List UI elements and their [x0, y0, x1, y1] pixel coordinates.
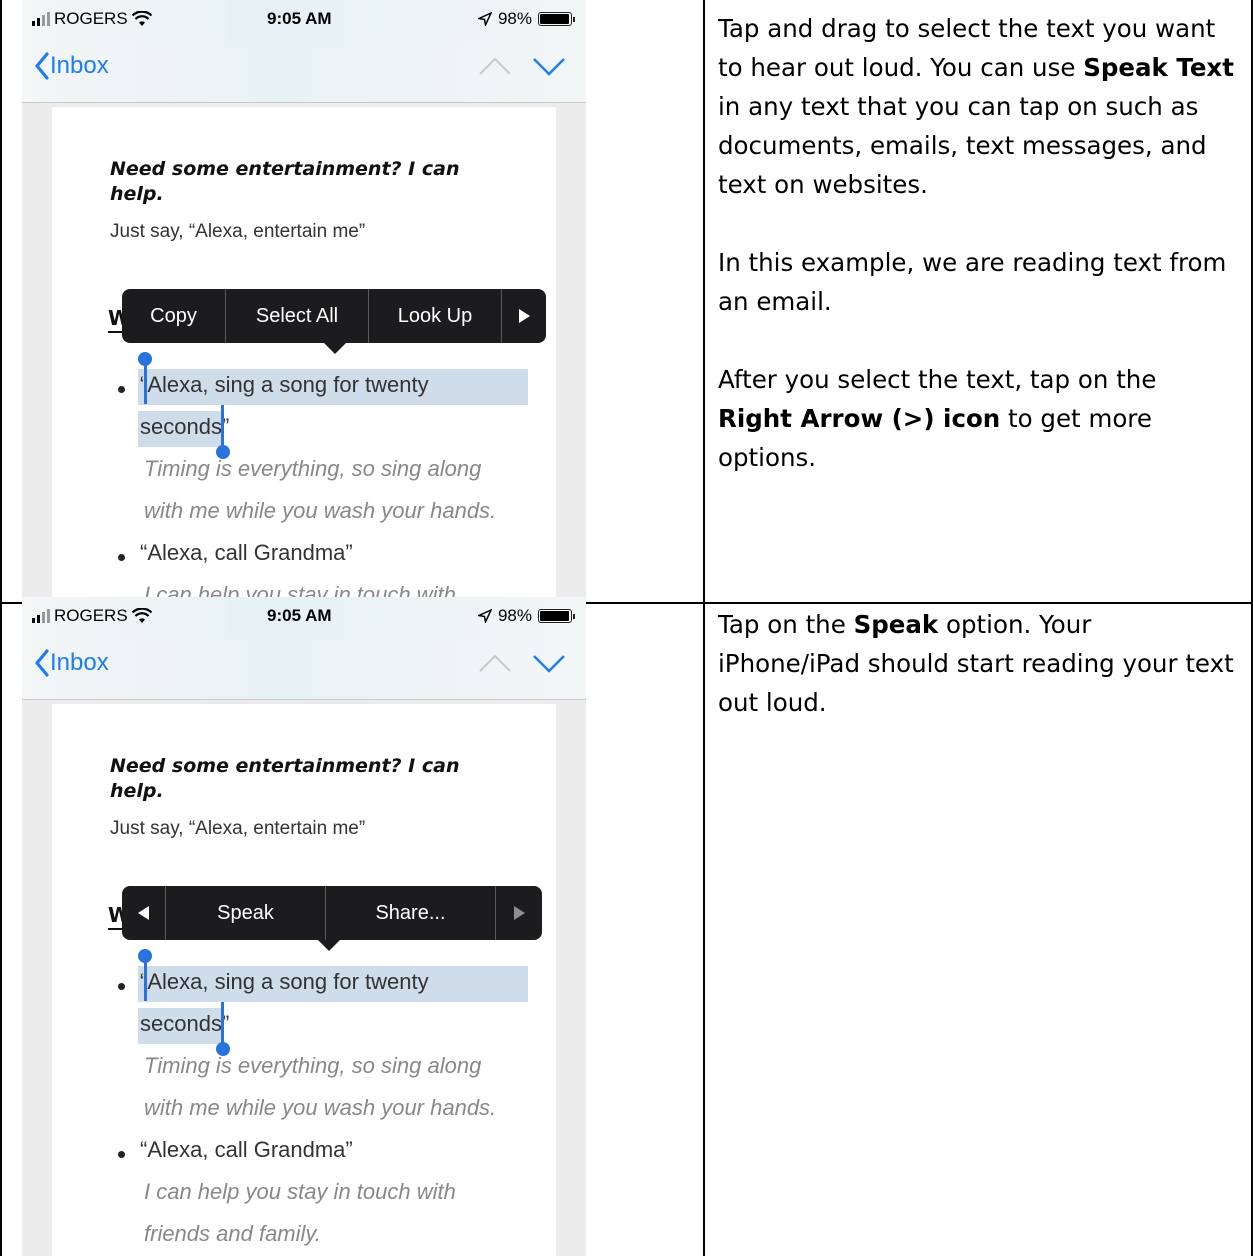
status-bar: ROGERS 9:05 AM 98%	[22, 597, 586, 639]
email-italic-text: I can help you stay in touch with	[144, 1179, 456, 1204]
back-label: Inbox	[50, 649, 109, 676]
wifi-icon	[131, 11, 152, 26]
right-triangle-icon	[514, 906, 525, 920]
selection-start-handle[interactable]	[144, 362, 147, 404]
carrier: ROGERS	[32, 9, 152, 29]
carrier: ROGERS	[32, 606, 152, 626]
instructions-row-2: Tap on the Speak option. Your iPhone/iPa…	[718, 605, 1238, 761]
mail-nav-bar: Inbox	[22, 639, 586, 700]
signal-icon	[32, 12, 50, 26]
table-border-middle	[703, 0, 705, 1256]
instruction-bold: Speak	[853, 610, 939, 639]
instructions-row-1: Tap and drag to select the text you want…	[718, 9, 1238, 516]
instruction-text: in any text that you can tap on such as …	[718, 92, 1207, 199]
edit-menu: Copy Select All Look Up	[122, 289, 546, 343]
email-italic-text: friends and family.	[144, 1221, 321, 1246]
message-nav-arrows	[478, 56, 566, 76]
signal-icon	[32, 609, 50, 623]
back-button[interactable]: Inbox	[34, 52, 109, 80]
instruction-paragraph: Tap and drag to select the text you want…	[718, 9, 1238, 204]
left-triangle-icon	[137, 906, 149, 920]
selected-text-line2[interactable]: seconds”	[140, 414, 229, 440]
clock: 9:05 AM	[267, 606, 332, 625]
battery-icon	[538, 12, 575, 26]
status-bar: ROGERS 9:05 AM 98%	[22, 0, 586, 42]
previous-message-button[interactable]	[478, 56, 512, 76]
copy-button[interactable]: Copy	[122, 289, 226, 343]
instruction-paragraph: After you select the text, tap on the Ri…	[718, 360, 1238, 477]
menu-next-button[interactable]	[496, 886, 542, 940]
table-border-left	[0, 0, 2, 1256]
wifi-icon	[131, 608, 152, 623]
bullet-dot	[118, 386, 125, 393]
selection-end-handle[interactable]	[221, 1002, 224, 1044]
email-italic-text: with me while you wash your hands.	[144, 498, 497, 523]
email-italic-text: Timing is everything, so sing along	[144, 456, 482, 481]
battery-icon	[538, 609, 575, 623]
speak-menu: Speak Share...	[122, 886, 542, 940]
selected-text-line1[interactable]: “Alexa, sing a song for twenty	[140, 372, 429, 398]
instruction-text: In this example, we are reading text fro…	[718, 248, 1227, 316]
clock: 9:05 AM	[267, 9, 332, 28]
next-message-button[interactable]	[532, 56, 566, 76]
location-arrow-icon	[477, 609, 492, 623]
selection-end-knob[interactable]	[216, 1042, 230, 1056]
bullet-dot	[118, 554, 125, 561]
instruction-text: Tap on the	[718, 610, 854, 639]
next-message-button[interactable]	[532, 653, 566, 673]
selection-start-knob[interactable]	[138, 352, 152, 366]
back-button[interactable]: Inbox	[34, 649, 109, 677]
email-heading: Need some entertainment? I can help.	[110, 755, 460, 802]
phone-screenshot-2: ROGERS 9:05 AM 98% Inbox Need some enter…	[22, 597, 586, 1256]
battery-status: 98%	[477, 606, 575, 626]
instruction-bold: Speak Text	[1083, 53, 1234, 82]
carrier-name: ROGERS	[54, 9, 128, 28]
email-subtext: Just say, “Alexa, entertain me”	[110, 818, 366, 839]
selected-text-line1[interactable]: “Alexa, sing a song for twenty	[140, 969, 429, 995]
back-label: Inbox	[50, 52, 109, 79]
battery-percent: 98%	[497, 9, 532, 28]
battery-status: 98%	[477, 9, 575, 29]
bullet-dot	[118, 983, 125, 990]
selected-text-line2[interactable]: seconds”	[140, 1011, 229, 1037]
speak-menu-pointer	[318, 940, 340, 951]
look-up-button[interactable]: Look Up	[369, 289, 502, 343]
instruction-text: After you select the text, tap on the	[718, 365, 1157, 394]
edit-menu-pointer	[324, 343, 346, 354]
selection-end-handle[interactable]	[221, 405, 224, 447]
instruction-bold: Right Arrow (>) icon	[718, 404, 1001, 433]
speak-button[interactable]: Speak	[166, 886, 326, 940]
carrier-name: ROGERS	[54, 606, 128, 625]
phone-screenshot-1: ROGERS 9:05 AM 98% Inbox Need some enter…	[22, 0, 586, 602]
previous-message-button[interactable]	[478, 653, 512, 673]
menu-prev-button[interactable]	[122, 886, 166, 940]
location-arrow-icon	[477, 12, 492, 26]
bullet-dot	[118, 1151, 125, 1158]
select-all-button[interactable]: Select All	[226, 289, 369, 343]
right-triangle-icon	[519, 309, 530, 323]
selection-start-knob[interactable]	[138, 949, 152, 963]
email-heading: Need some entertainment? I can help.	[110, 158, 460, 205]
chevron-left-icon	[35, 52, 49, 80]
menu-next-button[interactable]	[502, 289, 546, 343]
selection-start-handle[interactable]	[144, 959, 147, 1001]
mail-nav-bar: Inbox	[22, 42, 586, 103]
instruction-paragraph: Tap on the Speak option. Your iPhone/iPa…	[718, 605, 1238, 722]
email-subtext: Just say, “Alexa, entertain me”	[110, 221, 366, 242]
email-bullet-text: “Alexa, call Grandma”	[140, 540, 353, 565]
email-italic-text: Timing is everything, so sing along	[144, 1053, 482, 1078]
share-button[interactable]: Share...	[326, 886, 496, 940]
email-body: Need some entertainment? I can help. Jus…	[52, 704, 556, 1256]
battery-percent: 98%	[497, 606, 532, 625]
chevron-left-icon	[35, 649, 49, 677]
email-bullet-text: “Alexa, call Grandma”	[140, 1137, 353, 1162]
message-nav-arrows	[478, 653, 566, 673]
instruction-paragraph: In this example, we are reading text fro…	[718, 243, 1238, 321]
email-body: Need some entertainment? I can help. Jus…	[52, 107, 556, 602]
email-italic-text: with me while you wash your hands.	[144, 1095, 497, 1120]
selection-end-knob[interactable]	[216, 445, 230, 459]
